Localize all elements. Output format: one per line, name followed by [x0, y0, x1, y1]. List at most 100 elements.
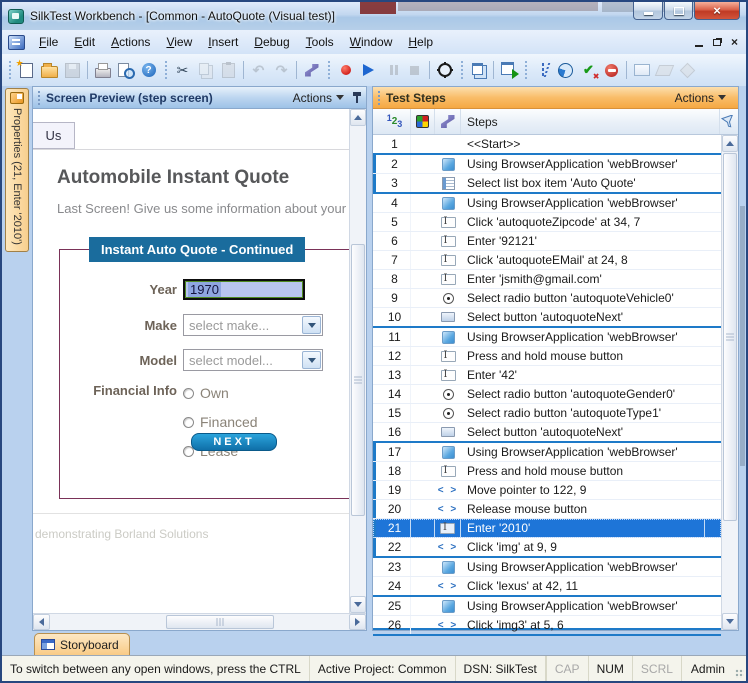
filter-column[interactable] — [720, 109, 738, 134]
step-row[interactable]: 8Enter 'jsmith@gmail.com' — [373, 270, 721, 289]
scroll-up-icon[interactable] — [722, 135, 738, 152]
step-row[interactable]: 19< >Move pointer to 122, 9 — [373, 481, 721, 500]
scrollbar-thumb[interactable] — [166, 615, 274, 629]
step-row[interactable]: 18Press and hold mouse button — [373, 462, 721, 481]
flow-column[interactable] — [435, 109, 461, 134]
mdi-restore-icon[interactable] — [713, 39, 721, 46]
step-row[interactable]: 4Using BrowserApplication 'webBrowser' — [373, 194, 721, 213]
menu-tools[interactable]: Tools — [298, 32, 342, 52]
title-bar[interactable]: SilkTest Workbench - [Common - AutoQuote… — [2, 2, 746, 30]
copy-window-button[interactable] — [467, 59, 490, 81]
test-steps-header[interactable]: Test Steps Actions — [373, 87, 738, 109]
storyboard-tab[interactable]: Storyboard — [34, 633, 130, 655]
test-steps-actions-menu[interactable]: Actions — [675, 91, 726, 105]
screenshot-column[interactable] — [411, 109, 435, 134]
flow-button[interactable] — [300, 59, 323, 81]
screen-preview-header[interactable]: Screen Preview (step screen) Actions — [33, 87, 366, 109]
step-row[interactable]: 3Select list box item 'Auto Quote' — [373, 174, 721, 194]
toolbar-grip[interactable] — [326, 61, 331, 79]
steps-vertical-scrollbar[interactable] — [721, 135, 738, 630]
step-row[interactable]: 11Using BrowserApplication 'webBrowser' — [373, 328, 721, 347]
help-button[interactable] — [137, 59, 160, 81]
disable-button[interactable] — [600, 59, 623, 81]
step-text: Click 'lexus' at 42, 11 — [461, 577, 705, 595]
toolbar-grip[interactable] — [459, 61, 464, 79]
close-button[interactable]: × — [694, 2, 740, 20]
export-window-button[interactable] — [497, 59, 520, 81]
step-number: 11 — [379, 328, 411, 346]
step-row[interactable]: 2Using BrowserApplication 'webBrowser' — [373, 155, 721, 174]
new-button[interactable] — [15, 59, 38, 81]
step-row[interactable]: 24< >Click 'lexus' at 42, 11 — [373, 577, 721, 597]
step-row[interactable]: 20< >Release mouse button — [373, 500, 721, 519]
scroll-right-icon[interactable] — [349, 614, 366, 630]
step-row[interactable]: 17Using BrowserApplication 'webBrowser' — [373, 443, 721, 462]
panel-grip[interactable] — [37, 91, 41, 105]
step-row[interactable]: 25Using BrowserApplication 'webBrowser' — [373, 597, 721, 616]
record-button[interactable] — [334, 59, 357, 81]
scroll-up-icon[interactable] — [350, 109, 366, 126]
print-button[interactable] — [91, 59, 114, 81]
screen-preview-actions-menu[interactable]: Actions — [293, 91, 344, 105]
menu-window[interactable]: Window — [342, 32, 401, 52]
pin-icon[interactable] — [352, 91, 362, 105]
scroll-left-icon[interactable] — [33, 614, 50, 630]
rect-button[interactable] — [630, 59, 653, 81]
preview-vertical-scrollbar[interactable] — [349, 109, 366, 613]
step-row[interactable]: 16Select button 'autoquoteNext' — [373, 423, 721, 443]
mdi-close-icon[interactable]: × — [731, 36, 738, 48]
step-text: Enter 'jsmith@gmail.com' — [461, 270, 705, 288]
target-button[interactable] — [433, 59, 456, 81]
step-row[interactable]: 9Select radio button 'autoquoteVehicle0' — [373, 289, 721, 308]
scroll-down-icon[interactable] — [350, 596, 366, 613]
step-row[interactable]: 23Using BrowserApplication 'webBrowser' — [373, 558, 721, 577]
scroll-down-icon[interactable] — [722, 613, 738, 630]
toolbar-grip[interactable] — [523, 61, 528, 79]
menu-file[interactable]: File — [31, 32, 66, 52]
scrollbar-thumb[interactable] — [723, 153, 737, 521]
preview-button[interactable] — [114, 59, 137, 81]
step-number: 16 — [379, 423, 411, 441]
menu-debug[interactable]: Debug — [246, 32, 297, 52]
silktest-workbench-window: SilkTest Workbench - [Common - AutoQuote… — [0, 0, 748, 683]
step-icon-cell — [435, 423, 461, 441]
toolbar-grip[interactable] — [7, 61, 12, 79]
step-row[interactable]: 13Enter '42' — [373, 366, 721, 385]
step-text: Press and hold mouse button — [461, 462, 705, 480]
menu-help[interactable]: Help — [400, 32, 441, 52]
step-row[interactable]: 22< >Click 'img' at 9, 9 — [373, 538, 721, 558]
scrollbar-thumb[interactable] — [351, 244, 365, 516]
minimize-button[interactable] — [633, 2, 663, 20]
timer-button[interactable] — [554, 59, 577, 81]
open-button[interactable] — [38, 59, 61, 81]
step-row[interactable]: 21Enter '2010' — [373, 519, 721, 538]
step-row[interactable]: 6Enter '92121' — [373, 232, 721, 251]
resize-grip[interactable] — [734, 656, 746, 681]
panel-grip[interactable] — [377, 91, 381, 105]
step-row[interactable]: 5Click 'autoquoteZipcode' at 34, 7 — [373, 213, 721, 232]
step-row[interactable]: 14Select radio button 'autoquoteGender0' — [373, 385, 721, 404]
toolbar-grip[interactable] — [163, 61, 168, 79]
preview-horizontal-scrollbar[interactable] — [33, 613, 366, 630]
step-row[interactable]: 10Select button 'autoquoteNext' — [373, 308, 721, 328]
mdi-minimize-icon[interactable] — [695, 45, 703, 47]
menu-insert[interactable]: Insert — [200, 32, 246, 52]
document-icon[interactable] — [8, 35, 25, 50]
steps-button[interactable] — [531, 59, 554, 81]
cut-button[interactable] — [171, 59, 194, 81]
number-sort-column[interactable]: 123 — [379, 109, 411, 134]
steps-column[interactable]: Steps — [461, 109, 720, 134]
step-row[interactable]: 7Click 'autoquoteEMail' at 24, 8 — [373, 251, 721, 270]
verify-button[interactable] — [577, 59, 600, 81]
step-row[interactable]: 1<<Start>> — [373, 135, 721, 155]
play-button[interactable] — [357, 59, 380, 81]
step-number: 7 — [379, 251, 411, 269]
menu-edit[interactable]: Edit — [66, 32, 103, 52]
step-row[interactable]: 12Press and hold mouse button — [373, 347, 721, 366]
pointer-icon: < > — [438, 581, 458, 592]
maximize-button[interactable] — [664, 2, 693, 20]
menu-actions[interactable]: Actions — [103, 32, 158, 52]
menu-view[interactable]: View — [158, 32, 200, 52]
step-row[interactable]: 15Select radio button 'autoquoteType1' — [373, 404, 721, 423]
properties-tab[interactable]: Properties (21, Enter '2010') — [5, 88, 29, 252]
